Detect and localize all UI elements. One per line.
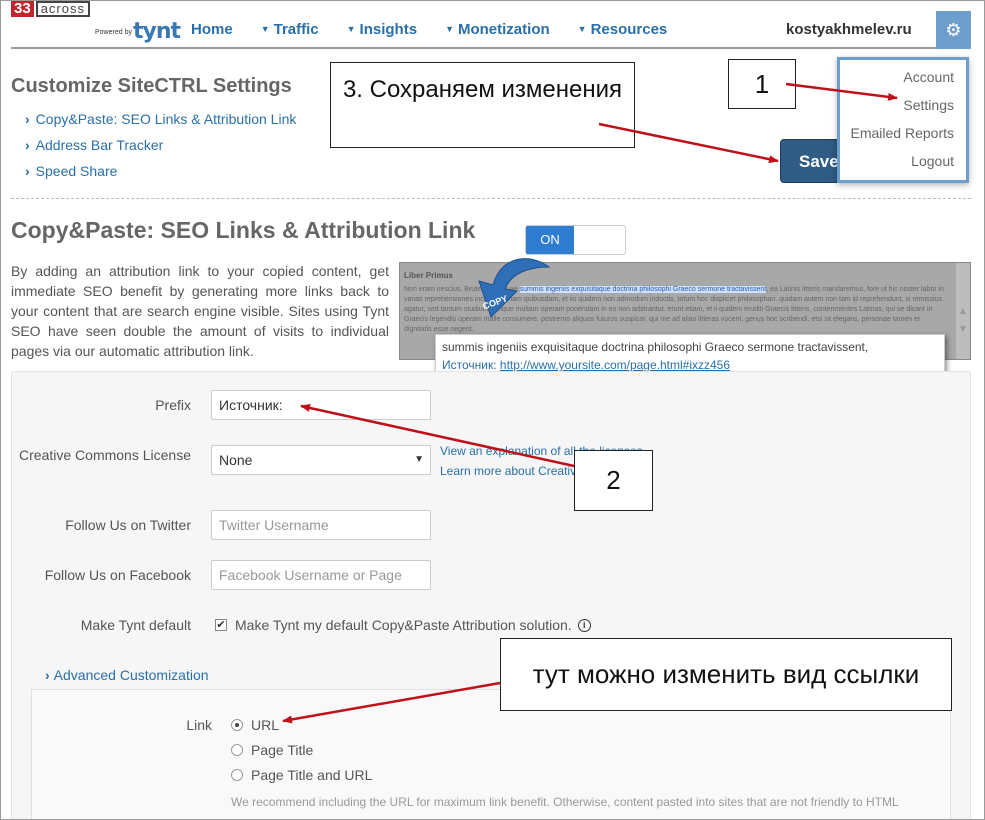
- top-header: 33 across Powered by tynt Home ▼ Traffic …: [11, 1, 971, 49]
- caret-down-icon: ▼: [346, 24, 356, 34]
- caret-down-icon: ▼: [577, 24, 587, 34]
- chevron-down-icon: ▼: [414, 454, 424, 465]
- callout-link-style: тут можно изменить вид ссылки: [500, 638, 952, 711]
- section-title: Copy&Paste: SEO Links & Attribution Link: [11, 217, 476, 243]
- radio-page-title[interactable]: [231, 744, 243, 756]
- info-icon[interactable]: i: [577, 618, 591, 632]
- toc-link-label: Copy&Paste: SEO Links & Attribution Link: [35, 111, 297, 127]
- menu-item-account[interactable]: Account: [840, 66, 966, 94]
- link-option-url[interactable]: URL: [231, 717, 279, 733]
- nav-insights-label: Insights: [359, 21, 418, 38]
- paste-link: http://www.yoursite.com/page.html#ixzz45…: [499, 358, 731, 372]
- nav-home[interactable]: Home: [191, 21, 233, 38]
- prefix-input[interactable]: Источник:: [211, 390, 431, 420]
- account-dropdown-menu: Account Settings Emailed Reports Logout: [837, 57, 969, 183]
- link-option-label: URL: [251, 717, 280, 733]
- link-option-label: Page Title: [251, 742, 314, 758]
- make-default-checkbox-label: Make Tynt my default Copy&Paste Attribut…: [235, 617, 572, 633]
- cc-license-label: Creative Commons License: [19, 447, 191, 463]
- paste-source-label: Источник:: [442, 358, 497, 372]
- advanced-customization-label: Advanced Customization: [53, 667, 209, 683]
- chevron-right-icon: ›: [25, 137, 30, 153]
- paste-result-box: summis ingeniis exquisitaque doctrina ph…: [435, 334, 945, 376]
- advanced-customization-toggle[interactable]: › Advanced Customization: [45, 667, 209, 683]
- cc-license-select[interactable]: None ▼: [211, 445, 431, 475]
- paste-line: summis ingeniis exquisitaque doctrina ph…: [442, 340, 869, 354]
- nav-resources[interactable]: ▼ Resources: [578, 21, 668, 38]
- user-account-name[interactable]: kostyakhmelev.ru: [786, 21, 912, 38]
- callout-step-1: 1: [728, 59, 796, 109]
- link-option-label: Page Title and URL: [251, 767, 373, 783]
- facebook-label: Follow Us on Facebook: [44, 567, 191, 583]
- link-recommendation-note: We recommend including the URL for maxim…: [231, 795, 899, 819]
- preview-heading: Liber Primus: [404, 271, 453, 280]
- logo-33: 33: [11, 1, 34, 17]
- logo-tynt[interactable]: tynt: [133, 19, 181, 44]
- prefix-label: Prefix: [155, 397, 191, 413]
- caret-down-icon: ▼: [445, 24, 454, 34]
- make-default-checkbox[interactable]: ✔: [215, 619, 227, 631]
- preview-scrollbar: ▲ ▼: [956, 263, 970, 359]
- cc-license-value: None: [219, 452, 253, 468]
- chevron-right-icon: ›: [45, 667, 50, 683]
- link-option-title-and-url[interactable]: Page Title and URL: [231, 767, 372, 783]
- radio-title-and-url[interactable]: [231, 769, 243, 781]
- twitter-label: Follow Us on Twitter: [65, 517, 191, 533]
- menu-item-settings[interactable]: Settings: [840, 94, 966, 122]
- toc-link-copy-paste[interactable]: › Copy&Paste: SEO Links & Attribution Lin…: [25, 111, 296, 137]
- link-option-page-title[interactable]: Page Title: [231, 742, 313, 758]
- feature-toggle[interactable]: ON: [525, 225, 626, 255]
- callout-step-2: 2: [574, 450, 653, 511]
- gear-icon[interactable]: ⚙: [936, 11, 971, 49]
- screenshot-frame: 33 across Powered by tynt Home ▼ Traffic …: [0, 0, 985, 820]
- page-title: Customize SiteCTRL Settings: [11, 75, 292, 97]
- make-default-row: ✔ Make Tynt my default Copy&Paste Attrib…: [215, 617, 591, 633]
- nav-monetization-label: Monetization: [457, 21, 550, 38]
- nav-resources-label: Resources: [590, 21, 668, 38]
- section-divider: [11, 198, 971, 199]
- preview-text-highlight: summis ingeniis exquisitaque doctrina ph…: [519, 286, 767, 293]
- toggle-on-label: ON: [526, 226, 574, 254]
- nav-home-label: Home: [191, 21, 233, 38]
- make-default-label: Make Tynt default: [80, 617, 191, 633]
- section-description: By adding an attribution link to your co…: [11, 263, 389, 359]
- logo-33across[interactable]: 33 across: [11, 1, 90, 17]
- chevron-right-icon: ›: [25, 111, 30, 127]
- settings-toc: › Copy&Paste: SEO Links & Attribution Lin…: [25, 111, 296, 189]
- callout-save-changes: 3. Сохраняем изменения: [330, 62, 635, 148]
- nav-traffic-label: Traffic: [273, 21, 319, 38]
- menu-item-emailed-reports[interactable]: Emailed Reports: [840, 122, 966, 150]
- radio-url[interactable]: [231, 719, 243, 731]
- logo-powered-by: Powered by: [95, 29, 132, 36]
- caret-down-icon: ▼: [260, 24, 270, 34]
- chevron-right-icon: ›: [25, 163, 30, 179]
- nav-insights[interactable]: ▼ Insights: [347, 21, 417, 38]
- twitter-input[interactable]: Twitter Username: [211, 510, 431, 540]
- logo-across: across: [35, 1, 90, 17]
- facebook-input[interactable]: Facebook Username or Page: [211, 560, 431, 590]
- copy-arrow-icon: COPY: [478, 258, 551, 318]
- toc-link-label: Speed Share: [35, 163, 118, 179]
- toc-link-address-bar[interactable]: › Address Bar Tracker: [25, 137, 296, 163]
- link-label: Link: [186, 717, 212, 733]
- nav-traffic[interactable]: ▼ Traffic: [261, 21, 319, 38]
- toc-link-label: Address Bar Tracker: [35, 137, 164, 153]
- main-nav: Home ▼ Traffic ▼ Insights ▼ Monetization ▼ R…: [191, 21, 695, 38]
- nav-monetization[interactable]: ▼ Monetization: [445, 21, 550, 38]
- menu-item-logout[interactable]: Logout: [840, 150, 966, 178]
- toc-link-speed-share[interactable]: › Speed Share: [25, 163, 296, 189]
